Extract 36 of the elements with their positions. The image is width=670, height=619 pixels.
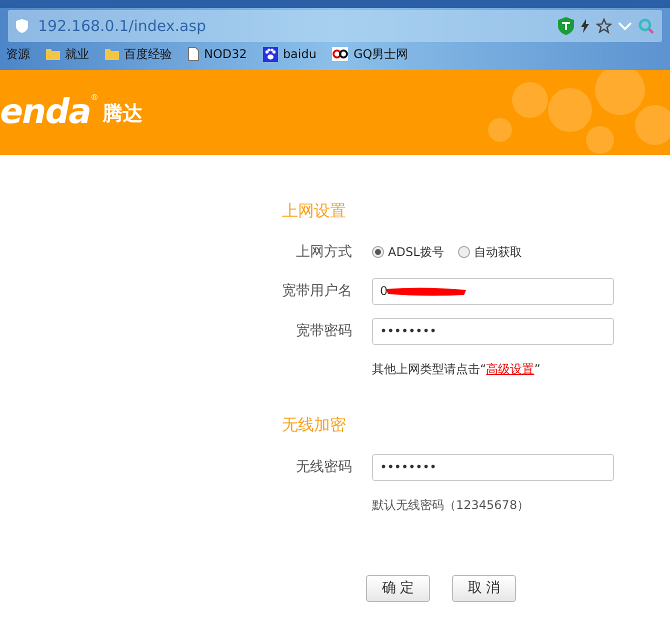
folder-icon bbox=[46, 48, 60, 60]
bookmark-item[interactable]: 就业 bbox=[46, 45, 89, 63]
hint-text: 默认无线密码（12345678） bbox=[372, 497, 530, 514]
advanced-settings-link[interactable]: 高级设置 bbox=[486, 362, 534, 376]
field-label: 宽带用户名 bbox=[281, 282, 352, 300]
folder-icon bbox=[105, 48, 119, 60]
confirm-button[interactable]: 确 定 bbox=[366, 575, 430, 602]
lightning-icon[interactable] bbox=[580, 19, 590, 33]
bookmark-item[interactable]: GQ男士网 bbox=[332, 45, 408, 63]
field-label: 宽带密码 bbox=[295, 322, 352, 340]
bookmark-item[interactable]: NOD32 bbox=[188, 45, 247, 63]
search-icon[interactable] bbox=[638, 18, 654, 34]
page-icon bbox=[188, 47, 199, 61]
magazine-logo-icon bbox=[332, 47, 348, 61]
section-title: 上网设置 bbox=[282, 200, 347, 222]
input-field[interactable]: •••••••• bbox=[372, 318, 614, 344]
shield-icon bbox=[16, 19, 28, 33]
radio-option[interactable]: 自动获取 bbox=[458, 243, 522, 261]
star-icon[interactable] bbox=[596, 18, 612, 34]
bookmark-item[interactable]: 百度经验 bbox=[105, 45, 172, 63]
bookmark-item[interactable]: 资源 bbox=[6, 45, 30, 63]
registered-mark: ® bbox=[90, 92, 99, 104]
brand-name: 腾达 bbox=[102, 100, 143, 126]
radio-option[interactable]: ADSL拨号 bbox=[372, 243, 444, 261]
logo-text: enda bbox=[0, 91, 91, 134]
cancel-button[interactable]: 取 消 bbox=[452, 575, 516, 602]
input-field[interactable]: 0 bbox=[372, 278, 614, 304]
bookmark-item[interactable]: baidu bbox=[262, 45, 316, 63]
input-field[interactable]: •••••••• bbox=[372, 454, 614, 480]
field-label: 无线密码 bbox=[295, 458, 352, 476]
section-title: 无线加密 bbox=[282, 414, 347, 436]
paw-icon bbox=[262, 46, 278, 62]
hint-text: 其他上网类型请点击“高级设置” bbox=[372, 361, 540, 378]
field-label: 上网方式 bbox=[295, 242, 352, 262]
chevron-down-icon[interactable] bbox=[618, 21, 632, 31]
shield-letter-icon[interactable] bbox=[558, 17, 574, 35]
